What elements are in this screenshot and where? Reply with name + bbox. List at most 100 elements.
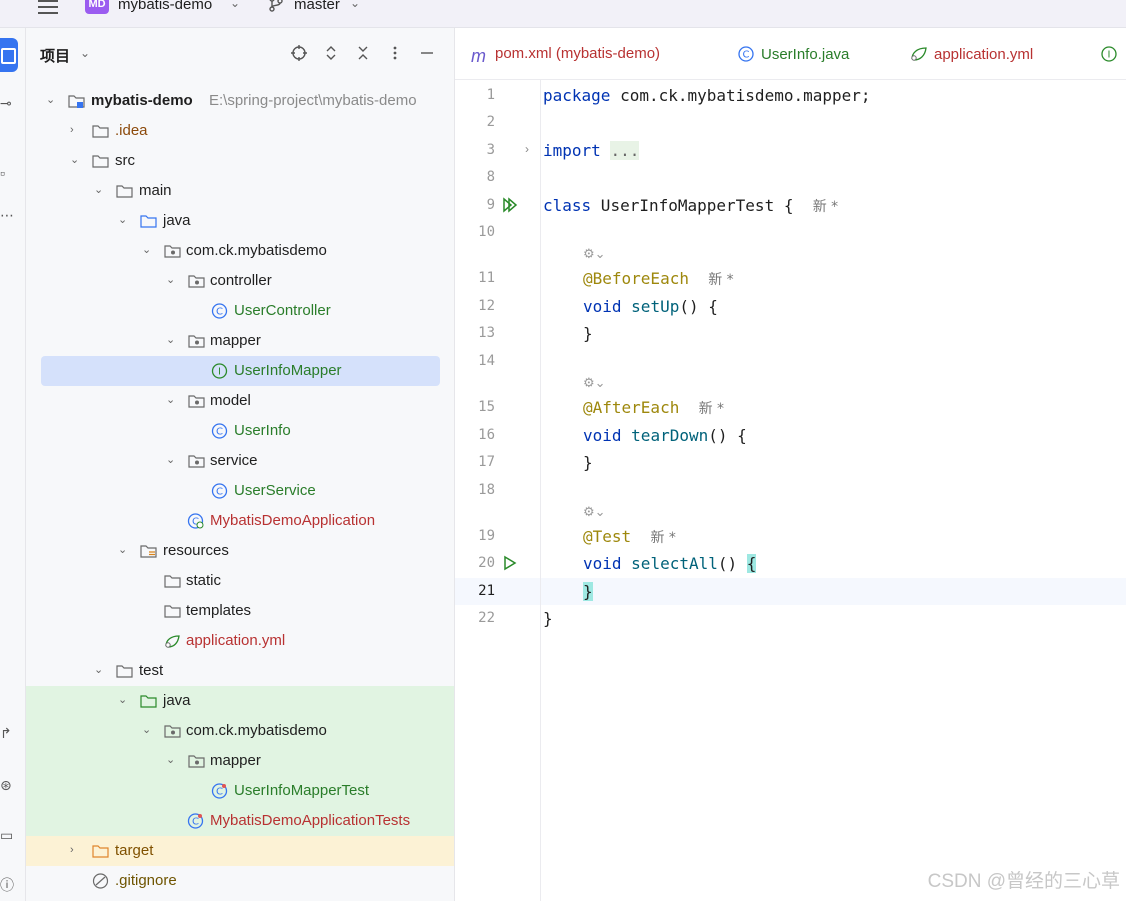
ignored-file-icon: [92, 873, 109, 889]
tree-row-service[interactable]: ⌄ service: [26, 446, 454, 476]
project-selector[interactable]: mybatis-demo: [118, 0, 212, 13]
more-icon[interactable]: ⋯: [0, 208, 14, 222]
tree-row-templates[interactable]: templates: [26, 596, 454, 626]
tree-row-controller[interactable]: ⌄ controller: [26, 266, 454, 296]
chevron-down-icon[interactable]: ⌄: [166, 753, 178, 767]
expand-all-icon[interactable]: [322, 44, 340, 62]
project-tool-button[interactable]: [0, 38, 18, 72]
tree-row-package[interactable]: ⌄ com.ck.mybatisdemo: [26, 236, 454, 266]
tree-label: com.ck.mybatisdemo: [186, 242, 327, 259]
keyword: void: [583, 426, 622, 445]
tree-row-mybatisdemoapplication[interactable]: C MybatisDemoApplication: [26, 506, 454, 536]
tree-row-mapper[interactable]: ⌄ mapper: [26, 326, 454, 356]
excluded-folder-icon: [92, 845, 109, 858]
tree-row-userinfomapper[interactable]: I UserInfoMapper: [26, 356, 454, 386]
problems-icon[interactable]: ⓘ: [0, 878, 14, 892]
chevron-right-icon[interactable]: ›: [70, 843, 82, 857]
package-icon: [188, 455, 205, 468]
tree-row-src[interactable]: ⌄ src: [26, 146, 454, 176]
inlay-hint-icon[interactable]: ⚙⌄: [583, 375, 606, 391]
main-menu-icon[interactable]: [38, 0, 60, 14]
services-icon[interactable]: ⊛: [0, 778, 14, 792]
chevron-down-icon[interactable]: ⌄: [46, 93, 58, 107]
code-line-22: }: [543, 609, 553, 628]
chevron-down-icon[interactable]: ⌄: [118, 693, 130, 707]
folder-icon: [164, 605, 181, 618]
chevron-down-icon[interactable]: ⌄: [118, 543, 130, 557]
tree-row-model[interactable]: ⌄ model: [26, 386, 454, 416]
line-number: 14: [478, 353, 495, 369]
chevron-down-icon[interactable]: ⌄: [142, 243, 154, 257]
author-hint[interactable]: 新 *: [650, 530, 675, 546]
class-icon: C: [211, 423, 228, 439]
panel-title[interactable]: 项目: [40, 45, 70, 66]
run-class-icon[interactable]: [501, 196, 519, 214]
parens: (): [679, 297, 699, 316]
locate-icon[interactable]: [290, 44, 308, 62]
tree-row-test[interactable]: ⌄ test: [26, 656, 454, 686]
chevron-down-icon[interactable]: ⌄: [118, 213, 130, 227]
chevron-down-icon[interactable]: ⌄: [166, 453, 178, 467]
chevron-down-icon[interactable]: ⌄: [142, 723, 154, 737]
chevron-right-icon[interactable]: ›: [525, 142, 529, 156]
tree-row-application-yml[interactable]: application.yml: [26, 626, 454, 656]
interface-icon[interactable]: I: [1100, 45, 1118, 63]
chevron-right-icon[interactable]: ›: [70, 123, 82, 137]
project-badge[interactable]: MD: [85, 0, 109, 14]
tree-row-resources[interactable]: ⌄ resources: [26, 536, 454, 566]
tree-row-userinfomappertest[interactable]: C UserInfoMapperTest: [26, 776, 454, 806]
options-icon[interactable]: [386, 44, 404, 62]
tab-application-yml[interactable]: application.yml: [910, 45, 1033, 65]
code-area[interactable]: 1 2 3 8 9 10 11 12 13 14 15 16 17 18 19 …: [455, 80, 1126, 901]
tab-pom-xml[interactable]: m pom.xml (mybatis-demo): [471, 45, 660, 65]
chevron-down-icon[interactable]: ⌄: [350, 0, 360, 10]
tree-row-package-test[interactable]: ⌄ com.ck.mybatisdemo: [26, 716, 454, 746]
structure-icon[interactable]: ▫: [0, 166, 14, 180]
tree-row-userinfo[interactable]: C UserInfo: [26, 416, 454, 446]
tree-row-gitignore[interactable]: .gitignore: [26, 866, 454, 896]
class-icon: C: [211, 303, 228, 319]
chevron-down-icon[interactable]: ⌄: [166, 273, 178, 287]
line-number: 12: [478, 298, 495, 314]
author-hint[interactable]: 新 *: [813, 199, 838, 215]
commit-icon[interactable]: ⊸: [0, 96, 14, 110]
tree-row-java-test[interactable]: ⌄ java: [26, 686, 454, 716]
chevron-down-icon[interactable]: ⌄: [166, 333, 178, 347]
tree-row-target[interactable]: › target: [26, 836, 454, 866]
inlay-hint-icon[interactable]: ⚙⌄: [583, 504, 606, 520]
svg-text:C: C: [743, 50, 750, 61]
terminal-icon[interactable]: ▭: [0, 828, 14, 842]
branch-icon[interactable]: [268, 0, 284, 12]
tree-label: UserInfoMapper: [234, 362, 342, 379]
brace: }: [583, 324, 593, 343]
run-test-icon[interactable]: [501, 554, 519, 572]
author-hint[interactable]: 新 *: [708, 272, 733, 288]
tree-row-userservice[interactable]: C UserService: [26, 476, 454, 506]
chevron-down-icon[interactable]: ⌄: [94, 183, 106, 197]
chevron-down-icon[interactable]: ⌄: [94, 663, 106, 677]
chevron-down-icon[interactable]: ⌄: [70, 153, 82, 167]
tree-row-mybatis-demo[interactable]: ⌄ mybatis-demo E:\spring-project\mybatis…: [26, 86, 454, 116]
chevron-down-icon[interactable]: ⌄: [80, 46, 90, 60]
chevron-down-icon[interactable]: ⌄: [166, 393, 178, 407]
tree-label: controller: [210, 272, 272, 289]
tab-userinfo-java[interactable]: C UserInfo.java: [737, 45, 849, 65]
branch-selector[interactable]: master: [294, 0, 340, 13]
chevron-down-icon[interactable]: ⌄: [230, 0, 240, 10]
line-number: 17: [478, 454, 495, 470]
tree-row-usercontroller[interactable]: C UserController: [26, 296, 454, 326]
hide-panel-icon[interactable]: [418, 44, 436, 62]
folded-imports[interactable]: ...: [610, 141, 640, 160]
tree-row-mybatisdemoapplicationtests[interactable]: C MybatisDemoApplicationTests: [26, 806, 454, 836]
tree-row-idea[interactable]: › .idea: [26, 116, 454, 146]
tree-row-java-main[interactable]: ⌄ java: [26, 206, 454, 236]
collapse-all-icon[interactable]: [354, 44, 372, 62]
tree-row-mapper-test[interactable]: ⌄ mapper: [26, 746, 454, 776]
tree-row-static[interactable]: static: [26, 566, 454, 596]
inlay-hint-icon[interactable]: ⚙⌄: [583, 246, 606, 262]
tree-row-main[interactable]: ⌄ main: [26, 176, 454, 206]
build-icon[interactable]: ↱: [0, 726, 14, 740]
author-hint[interactable]: 新 *: [699, 401, 724, 417]
tree-label: UserInfoMapperTest: [234, 782, 370, 799]
tree-label: application.yml: [186, 632, 286, 649]
